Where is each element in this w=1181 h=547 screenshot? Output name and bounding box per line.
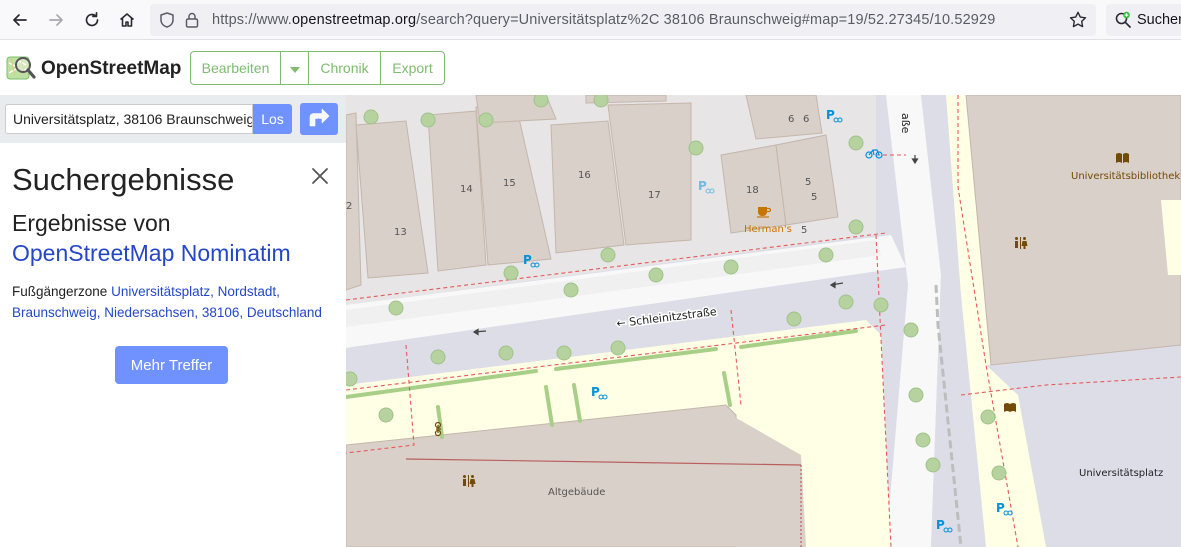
house-number: 2 bbox=[346, 201, 352, 212]
house-number: 5 bbox=[805, 177, 811, 188]
result-type: Fußgängerzone bbox=[12, 284, 108, 299]
browser-search-box[interactable]: Suchen bbox=[1106, 4, 1181, 36]
edit-dropdown-toggle[interactable] bbox=[281, 52, 309, 84]
search-input[interactable]: Universitätsplatz, 38106 Braunschweig bbox=[5, 104, 253, 134]
house-number: 17 bbox=[648, 190, 661, 201]
osm-header: OpenStreetMap Bearbeiten Chronik Export bbox=[0, 40, 1181, 95]
house-number: 5 bbox=[801, 225, 807, 236]
sidebar: Universitätsplatz, 38106 Braunschweig Lo… bbox=[0, 95, 346, 547]
library-label: Universitätsbibliothek bbox=[1071, 171, 1180, 182]
search-form: Universitätsplatz, 38106 Braunschweig Lo… bbox=[0, 95, 346, 143]
house-number: 6 bbox=[803, 114, 809, 125]
house-number: 13 bbox=[394, 227, 407, 238]
building-label: Altgebäude bbox=[548, 487, 605, 498]
house-number: 16 bbox=[578, 170, 591, 181]
home-icon[interactable] bbox=[115, 8, 139, 32]
house-number: 14 bbox=[460, 184, 473, 195]
lock-icon[interactable] bbox=[184, 11, 200, 34]
library-icon-2[interactable] bbox=[1004, 403, 1016, 412]
search-engine-icon bbox=[1114, 11, 1132, 34]
search-go-button[interactable]: Los bbox=[253, 104, 292, 134]
brand-title[interactable]: OpenStreetMap bbox=[41, 58, 181, 80]
house-number: 15 bbox=[503, 178, 516, 189]
close-icon[interactable] bbox=[311, 167, 329, 185]
cafe-label: Herman's bbox=[744, 224, 792, 235]
osm-logo-icon[interactable] bbox=[6, 53, 36, 83]
address-bar[interactable]: https://www.openstreetmap.org/search?que… bbox=[150, 4, 1096, 36]
map-canvas[interactable]: 2 13 14 15 16 17 18 5 5 5 6 6 ← Schleini… bbox=[346, 95, 1181, 547]
forward-icon[interactable] bbox=[44, 8, 68, 32]
street-label-partial: aße bbox=[899, 113, 912, 134]
search-label: Suchen bbox=[1137, 12, 1181, 28]
results-from-label: Ergebnisse von bbox=[12, 210, 171, 236]
list-item: Fußgängerzone Universitätsplatz, Nordsta… bbox=[12, 281, 337, 323]
reload-icon[interactable] bbox=[80, 8, 104, 32]
library-building bbox=[965, 95, 1181, 366]
browser-toolbar: https://www.openstreetmap.org/search?que… bbox=[0, 0, 1181, 40]
map-view[interactable]: 2 13 14 15 16 17 18 5 5 5 6 6 ← Schleini… bbox=[346, 95, 1181, 547]
square-label: Universitätsplatz bbox=[1079, 468, 1163, 479]
back-icon[interactable] bbox=[8, 8, 32, 32]
tracking-shield-icon[interactable] bbox=[158, 11, 176, 34]
history-button[interactable]: Chronik bbox=[309, 52, 381, 84]
edit-button[interactable]: Bearbeiten bbox=[191, 52, 281, 84]
bookmark-star-icon[interactable] bbox=[1068, 10, 1088, 35]
export-button[interactable]: Export bbox=[381, 52, 444, 84]
caret-down-icon bbox=[289, 60, 300, 76]
house-number: 18 bbox=[746, 185, 759, 196]
more-results-button[interactable]: Mehr Treffer bbox=[115, 346, 228, 384]
results-source: Ergebnisse von OpenStreetMap Nominatim bbox=[12, 208, 291, 268]
house-number: 5 bbox=[811, 192, 817, 203]
edit-button-group: Bearbeiten Chronik Export bbox=[190, 51, 445, 85]
directions-icon bbox=[307, 106, 331, 133]
directions-button[interactable] bbox=[300, 103, 338, 135]
results-title: Suchergebnisse bbox=[12, 162, 235, 197]
url-text: https://www.openstreetmap.org/search?que… bbox=[212, 12, 996, 28]
house-number: 6 bbox=[788, 114, 794, 125]
provider-link[interactable]: OpenStreetMap Nominatim bbox=[12, 238, 291, 268]
